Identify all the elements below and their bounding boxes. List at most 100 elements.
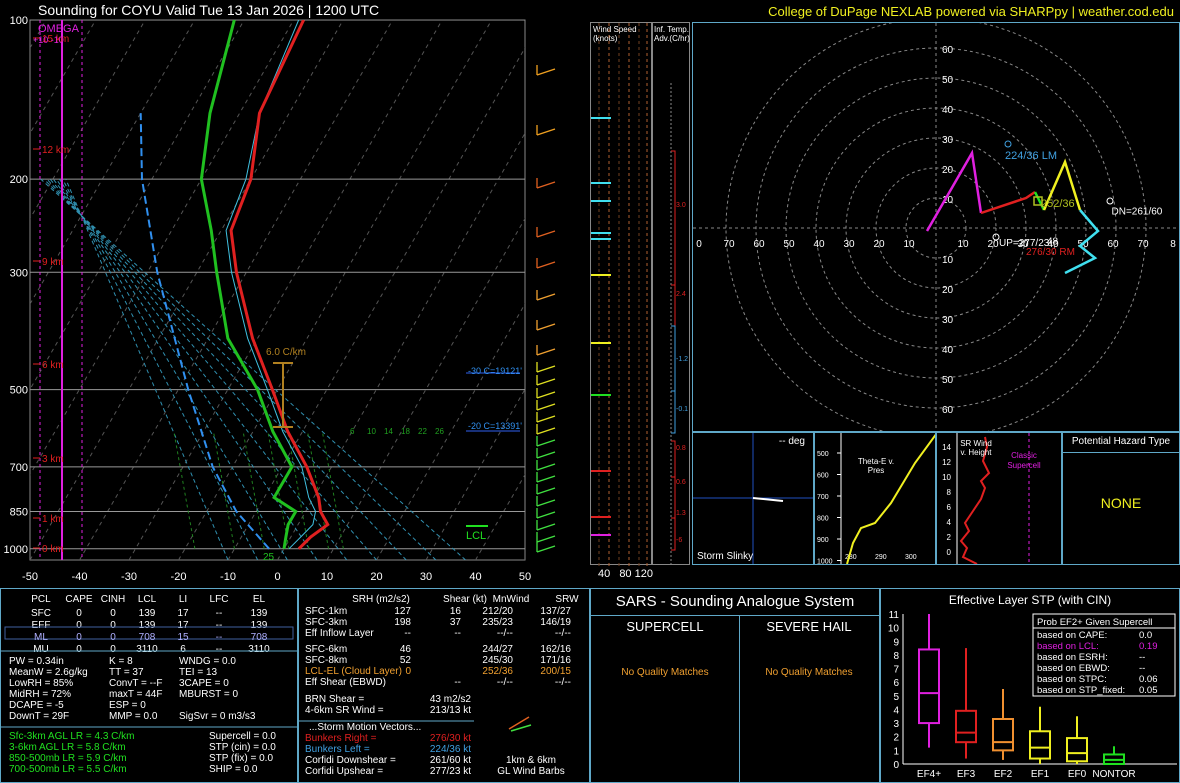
- stp-y-tick: 11: [889, 610, 900, 621]
- kin-cell: 0: [405, 666, 411, 677]
- lapse-label: 6.0 C/km: [266, 347, 306, 358]
- wb30-label: -30 C=19121': [468, 366, 522, 376]
- temp-adv-plot: 3.0 2.4 -1.2 -0.1 0.8 0.6 1.3 -6: [670, 83, 688, 566]
- hodo-ring-label: 30: [942, 315, 954, 326]
- storm-motion-value: 224/36 kt: [430, 744, 471, 755]
- index-cell: ESP = 0: [109, 700, 146, 711]
- theta-e-title: Theta-E v. Pres: [857, 457, 895, 475]
- stp-boxplot: 11109876543210EF4+ EF3 EF2 EF1 EF0 NONTORProb…: [888, 610, 1177, 780]
- pressure-tick: 300: [10, 267, 28, 279]
- height-label: 12 km: [42, 145, 69, 156]
- sr-wind-title: SR Wind v. Height: [960, 439, 992, 457]
- height-label: 0 km: [42, 544, 64, 555]
- theta-e-plot: 500 600 700 800 900 1000 280 290 300: [817, 433, 935, 564]
- pressure-tick: 1000: [4, 544, 28, 556]
- kin-row-label: SFC-1km: [305, 606, 347, 617]
- slinky-plot: [693, 433, 813, 564]
- kin-cell: --/--: [497, 677, 513, 688]
- sars-hail-msg: No Quality Matches: [765, 667, 853, 678]
- parcel-cell: 0: [110, 632, 116, 643]
- stp-y-tick: 2: [893, 733, 899, 744]
- kin-cell: --/--: [555, 628, 571, 639]
- thermo-panel: PCL CAPE CINH LCL LI LFC EL SFC 0 0 139 17 -- 139 EFF 0…: [0, 588, 298, 783]
- stp-y-tick: 6: [893, 678, 899, 689]
- kin-cell: --: [454, 628, 461, 639]
- kin-cell: 46: [400, 644, 412, 655]
- stp-legend-title: Prob EF2+ Given Supercell: [1037, 617, 1152, 628]
- hodo-x-label: 10: [903, 239, 915, 250]
- sars-panel: SARS - Sounding Analogue System SUPERCEL…: [590, 588, 880, 783]
- stp-y-tick: 5: [893, 692, 899, 703]
- composite-index: Supercell = 0.0: [209, 731, 276, 742]
- kin-cell: 200/15: [540, 666, 571, 677]
- index-cell: TEI = 13: [179, 667, 218, 678]
- wind-barb: [536, 487, 556, 495]
- storm-motion-title: ...Storm Motion Vectors...: [309, 722, 421, 733]
- credit-text: College of DuPage NEXLAB powered via SHA…: [768, 4, 1174, 19]
- parcel-cell: 0: [76, 608, 82, 619]
- ta-bar: [671, 517, 676, 551]
- wind-barb: [536, 293, 556, 301]
- wb20-label: -20 C=13391': [468, 421, 522, 431]
- lapse-rate: 3-6km AGL LR = 5.8 C/km: [9, 742, 126, 753]
- sars-title: SARS - Sounding Analogue System: [615, 593, 855, 610]
- lapse-rate: 850-500mb LR = 5.9 C/km: [9, 753, 127, 764]
- parcel-cell: --: [216, 644, 223, 655]
- parcel-header: LFC: [210, 594, 229, 605]
- lm-marker: [1004, 140, 1012, 148]
- ta-bar: [671, 476, 676, 519]
- parcel-header: CINH: [101, 594, 125, 605]
- stp-legend-label: based on EBWD:: [1037, 663, 1110, 674]
- barb-caption-2: GL Wind Barbs: [497, 766, 564, 777]
- omega-scale: +10 -10: [33, 35, 64, 45]
- ta-value: 0.6: [676, 479, 686, 486]
- wind-barb: [536, 181, 556, 189]
- index-cell: DCAPE = -5: [9, 700, 64, 711]
- kin-cell: 198: [394, 617, 411, 628]
- wind-speed-plot: [591, 23, 648, 566]
- stp-y-tick: 7: [893, 665, 899, 676]
- pressure-tick: 100: [10, 15, 28, 27]
- parcel-cell: 139: [139, 608, 156, 619]
- theta-x-tick: 290: [875, 554, 887, 561]
- kin-cell: 127: [394, 606, 411, 617]
- index-cell: MeanW = 2.6g/kg: [9, 667, 88, 678]
- hazard-title: Potential Hazard Type: [1063, 436, 1179, 453]
- kin-cell: 52: [400, 655, 412, 666]
- kinematic-panel: SRH (m2/s2) Shear (kt) MnWind SRW SFC-1km 127…: [298, 588, 590, 783]
- index-cell: PW = 0.34in: [9, 656, 64, 667]
- kin-row-label: SFC-8km: [305, 655, 347, 666]
- hodo-x-label: 70: [1137, 239, 1149, 250]
- storm-motion-label: Bunkers Right =: [305, 733, 377, 744]
- hodo-x-label: 70: [723, 239, 735, 250]
- parcel-cell: 0: [76, 644, 82, 655]
- kin-cell: --/--: [497, 628, 513, 639]
- parcel-cell: 0: [110, 608, 116, 619]
- parcel-cell: --: [216, 608, 223, 619]
- wind-barb: [536, 545, 556, 553]
- storm-motion-value: 277/23 kt: [430, 766, 471, 777]
- ta-value: -0.1: [676, 406, 688, 413]
- mixing-ratio-label: 22: [418, 427, 427, 436]
- ta-value: 1.3: [676, 510, 686, 517]
- index-cell: 3CAPE = 0: [179, 678, 229, 689]
- sars-hail-header: SEVERE HAIL: [766, 619, 852, 634]
- kin-cell: 244/27: [482, 644, 513, 655]
- composite-index: STP (fix) = 0.0: [209, 753, 273, 764]
- wind-barb: [536, 499, 556, 507]
- stp-legend-value: 0.19: [1139, 641, 1158, 652]
- sars-supercell-msg: No Quality Matches: [621, 667, 709, 678]
- kin-cell: 252/36: [482, 666, 513, 677]
- hodo-x-label: 0: [696, 239, 702, 250]
- kin-cell: --: [404, 628, 411, 639]
- parcel-cell: 3110: [248, 644, 270, 655]
- parcel-header: LCL: [138, 594, 157, 605]
- temp-tick: 20: [370, 571, 382, 583]
- stp-category: EF0: [1068, 769, 1087, 780]
- stp-legend-value: 0.06: [1139, 674, 1158, 685]
- pressure-tick: 200: [10, 174, 28, 186]
- ta-bar: [671, 284, 676, 327]
- kin-cell: 16: [450, 606, 462, 617]
- height-label: 1 km: [42, 514, 64, 525]
- ta-bar: [671, 390, 676, 434]
